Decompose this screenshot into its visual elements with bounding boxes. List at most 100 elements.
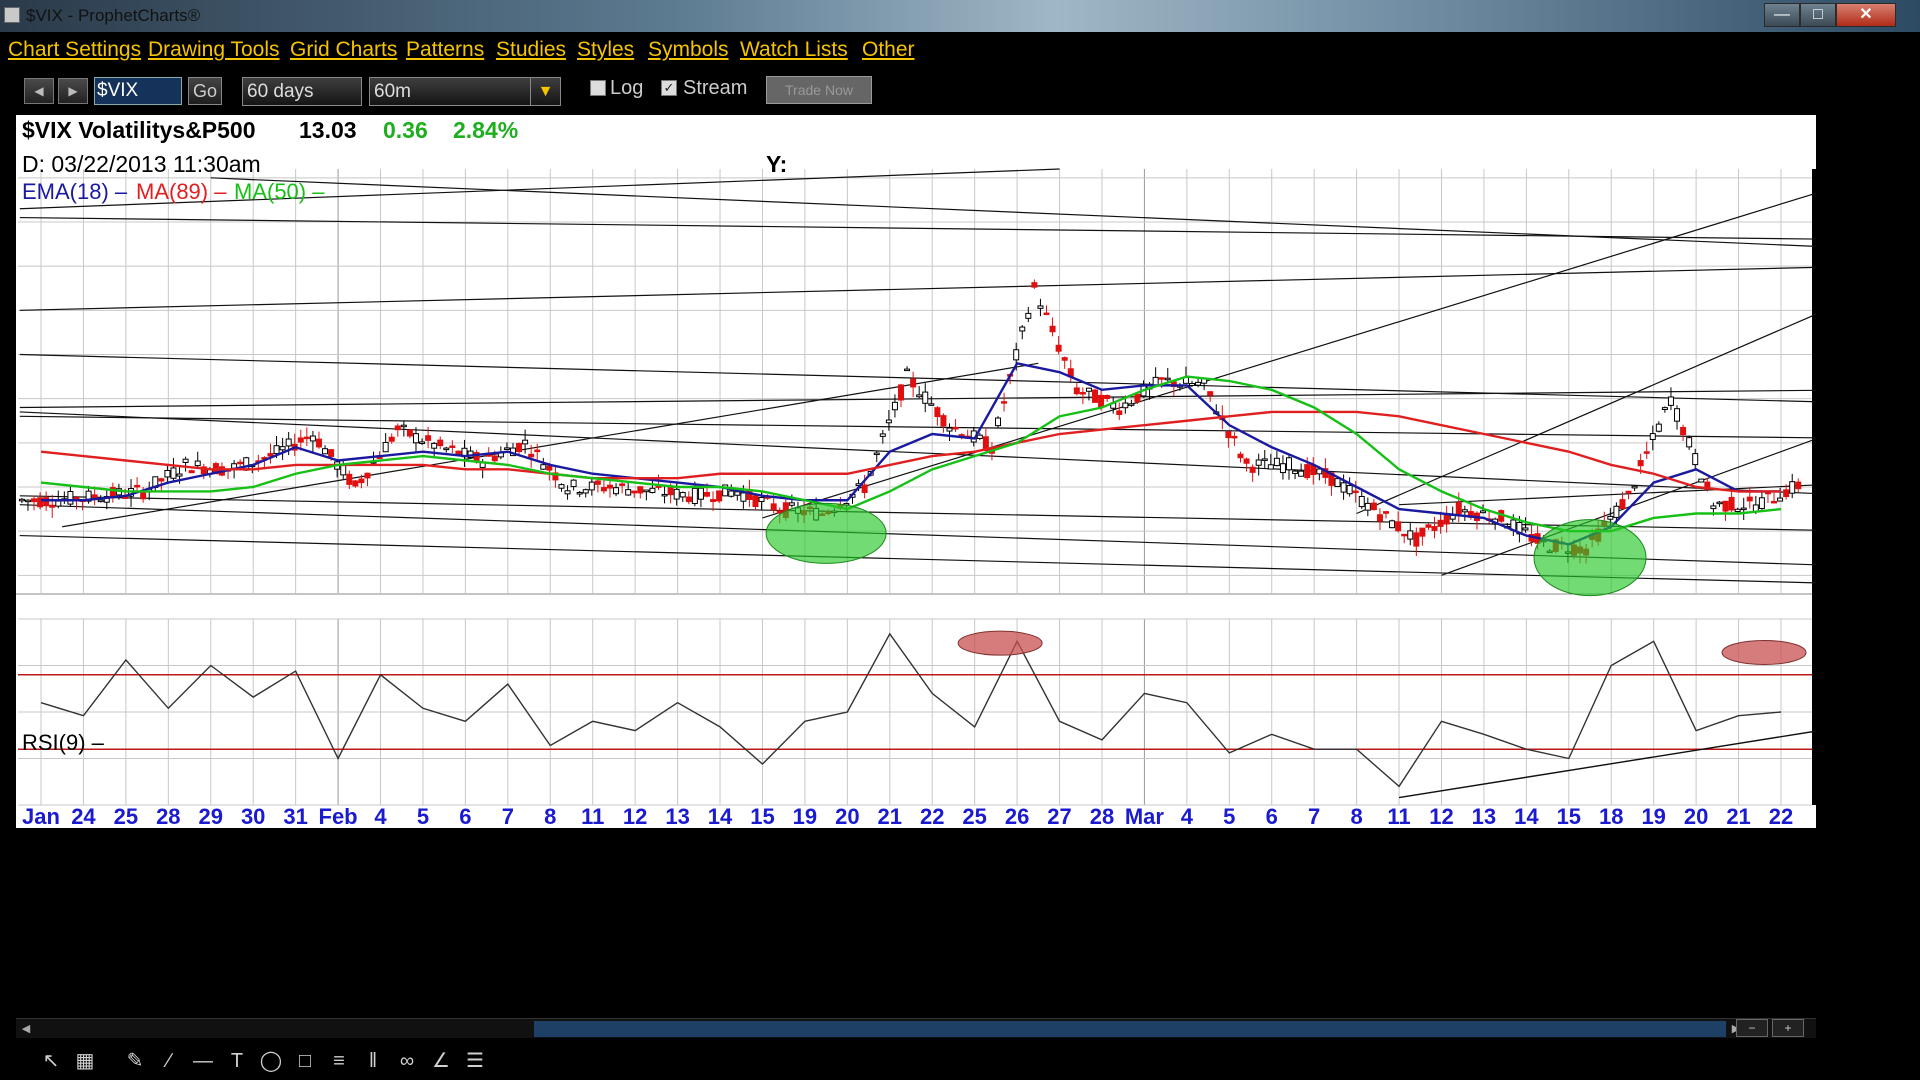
grid-icon[interactable]: ▦ <box>72 1048 98 1074</box>
chevron-down-icon[interactable]: ▼ <box>530 78 560 105</box>
x-tick-label: 20 <box>835 804 859 829</box>
candle-body <box>619 483 626 486</box>
rectangle-icon[interactable]: □ <box>292 1048 318 1074</box>
candle-body <box>540 464 547 470</box>
menu-watch-lists[interactable]: Watch Lists <box>740 38 848 62</box>
x-tick-label: 11 <box>1387 804 1410 829</box>
range-select[interactable]: 60 days <box>242 77 362 106</box>
menu-studies[interactable]: Studies <box>496 38 566 62</box>
candle-body <box>1286 457 1293 471</box>
candle-body <box>31 498 38 503</box>
ellipse-icon[interactable]: ◯ <box>258 1048 284 1074</box>
candle-body <box>740 492 747 502</box>
x-tick-label: 30 <box>241 804 265 829</box>
candle-body <box>625 489 632 496</box>
candle-body <box>1001 401 1008 404</box>
candle-body <box>1358 495 1365 508</box>
candle-body <box>1734 508 1741 513</box>
x-tick-label: 18 <box>1599 804 1623 829</box>
list-icon[interactable]: ☰ <box>462 1048 488 1074</box>
parallel-lines-icon[interactable]: ∕ <box>156 1048 182 1074</box>
candle-body <box>946 427 953 432</box>
candle-body <box>1637 460 1644 467</box>
menu-symbols[interactable]: Symbols <box>648 38 729 62</box>
candle-body <box>443 447 450 451</box>
candle-body <box>1079 392 1086 395</box>
candle-body <box>1298 470 1305 477</box>
x-tick-label: 8 <box>1350 804 1362 829</box>
back-arrow-icon[interactable]: ◀ <box>24 78 54 104</box>
candle-body <box>600 487 607 492</box>
zoom-in-icon[interactable]: + <box>1772 1019 1804 1037</box>
candle-body <box>1164 377 1171 381</box>
menu-chart-settings[interactable]: Chart Settings <box>8 38 141 62</box>
scrollbar-thumb[interactable] <box>534 1021 1726 1037</box>
candle-body <box>703 492 710 497</box>
menu-styles[interactable]: Styles <box>577 38 634 62</box>
candle-body <box>1207 391 1214 396</box>
x-tick-label: 7 <box>1308 804 1320 829</box>
menu-patterns[interactable]: Patterns <box>406 38 484 62</box>
pen-icon[interactable]: ✎ <box>122 1048 148 1074</box>
candle-body <box>1728 496 1735 511</box>
x-tick-label: 22 <box>1769 804 1793 829</box>
candle-body <box>1134 393 1141 403</box>
candle-body <box>673 488 680 500</box>
candle-body <box>613 487 620 495</box>
forward-arrow-icon[interactable]: ▶ <box>58 78 88 104</box>
candle-body <box>1049 325 1056 333</box>
menu-grid-charts[interactable]: Grid Charts <box>290 38 397 62</box>
horizontal-scrollbar[interactable]: ◀ ▶ <box>16 1018 1816 1038</box>
candle-body <box>940 415 947 427</box>
fibonacci-icon[interactable]: ≡ <box>326 1048 352 1074</box>
minimize-button[interactable]: — <box>1764 3 1800 27</box>
gann-icon[interactable]: ∠ <box>428 1048 454 1074</box>
pointer-icon[interactable]: ↖ <box>38 1048 64 1074</box>
maximize-button[interactable]: □ <box>1800 3 1836 27</box>
x-tick-label: 13 <box>1472 804 1496 829</box>
bars-icon[interactable]: ‖ <box>360 1048 386 1074</box>
candle-body <box>1092 389 1099 403</box>
text-icon[interactable]: T <box>224 1048 250 1074</box>
fan-icon[interactable]: ∞ <box>394 1048 420 1074</box>
menu-drawing-tools[interactable]: Drawing Tools <box>148 38 280 62</box>
candle-body <box>685 496 692 503</box>
x-tick-label: 12 <box>623 804 647 829</box>
zoom-out-icon[interactable]: − <box>1736 1019 1768 1037</box>
candle-body <box>1304 464 1311 479</box>
candle-body <box>1710 505 1717 510</box>
candle-body <box>134 484 141 488</box>
candle-body <box>1455 502 1462 515</box>
x-tick-label: 29 <box>199 804 223 829</box>
scroll-left-icon[interactable]: ◀ <box>18 1020 34 1038</box>
price-change-pct: 2.84% <box>453 117 519 143</box>
candle-body <box>637 486 644 494</box>
candle-body <box>546 465 553 471</box>
go-button[interactable]: Go <box>188 77 222 105</box>
drawing-toolbar: ↖ ▦ ✎ ∕ — T ◯ □ ≡ ‖ ∞ ∠ ☰ <box>0 1040 1920 1080</box>
symbol-input[interactable] <box>94 77 182 105</box>
range-value: 60 days <box>247 81 314 102</box>
candle-body <box>1249 466 1256 473</box>
trade-now-button[interactable]: Trade Now <box>766 76 872 104</box>
candle-body <box>194 460 201 467</box>
x-tick-label: 8 <box>544 804 556 829</box>
price-change: 0.36 <box>383 117 428 143</box>
candle-body <box>606 484 613 489</box>
close-button[interactable]: ✕ <box>1836 3 1896 27</box>
candle-body <box>1419 527 1426 537</box>
menu-other[interactable]: Other <box>862 38 915 62</box>
log-checkbox[interactable] <box>590 80 606 96</box>
x-tick-label: 28 <box>156 804 180 829</box>
horizontal-line-icon[interactable]: — <box>190 1048 216 1074</box>
chart-canvas[interactable]: 11121314151617181920025507510013.03Jan24… <box>16 115 1816 1018</box>
candle-body <box>1680 427 1687 436</box>
candle-body <box>1152 376 1159 386</box>
candle-body <box>358 478 365 484</box>
chart-area[interactable]: 11121314151617181920025507510013.03Jan24… <box>16 115 1816 1018</box>
candle-body <box>1401 533 1408 537</box>
interval-select[interactable]: 60m ▼ <box>369 77 561 106</box>
stream-checkbox[interactable]: ✓ <box>661 80 677 96</box>
candle-body <box>582 489 589 494</box>
x-tick-label: 14 <box>1514 804 1539 829</box>
